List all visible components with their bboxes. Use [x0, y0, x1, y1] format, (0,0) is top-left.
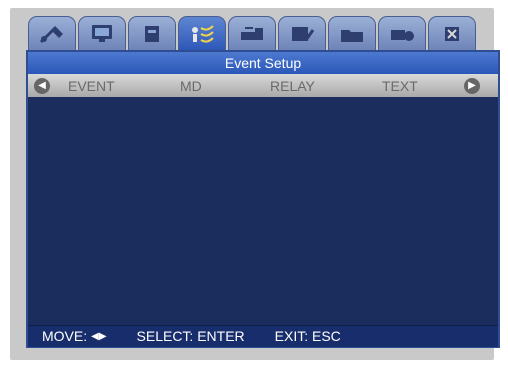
event-list-area [28, 97, 498, 323]
network-icon [241, 26, 263, 40]
close-icon [445, 26, 459, 41]
window-title: Event Setup [28, 52, 498, 74]
menu-tabs [28, 16, 502, 50]
tab-exit[interactable] [428, 16, 476, 50]
column-header-bar: ◀ EVENT MD RELAY TEXT ▶ [28, 74, 498, 97]
column-text: TEXT [382, 77, 418, 94]
event-setup-window: Event Setup ◀ EVENT MD RELAY TEXT ▶ MOVE… [26, 50, 500, 348]
help-bar: MOVE: ◀▶ SELECT: ENTER EXIT: ESC [28, 325, 498, 347]
tab-network[interactable] [228, 16, 276, 50]
folder-icon [341, 29, 363, 42]
move-hint: MOVE: ◀▶ [42, 326, 107, 347]
scroll-right-icon[interactable]: ▶ [464, 77, 480, 94]
move-label: MOVE: [42, 328, 88, 344]
tab-event[interactable] [178, 16, 226, 50]
column-event: EVENT [68, 77, 115, 94]
move-arrows-icon: ◀▶ [91, 331, 107, 342]
tab-monitor[interactable] [78, 16, 126, 50]
exit-hint: EXIT: ESC [274, 328, 341, 344]
tab-storage[interactable] [128, 16, 176, 50]
tab-settings[interactable] [278, 16, 326, 50]
event-icon [192, 24, 214, 43]
settings-icon [292, 26, 315, 41]
scroll-left-icon[interactable]: ◀ [34, 77, 50, 94]
monitor-icon [92, 24, 112, 42]
tab-folder[interactable] [328, 16, 376, 50]
hdd-icon [145, 25, 159, 42]
backup-icon [391, 29, 414, 41]
tab-tools[interactable] [28, 16, 76, 50]
column-md: MD [180, 77, 202, 94]
select-hint: SELECT: ENTER [136, 328, 245, 344]
tools-icon [39, 25, 63, 43]
tab-backup[interactable] [378, 16, 426, 50]
column-relay: RELAY [270, 77, 315, 94]
